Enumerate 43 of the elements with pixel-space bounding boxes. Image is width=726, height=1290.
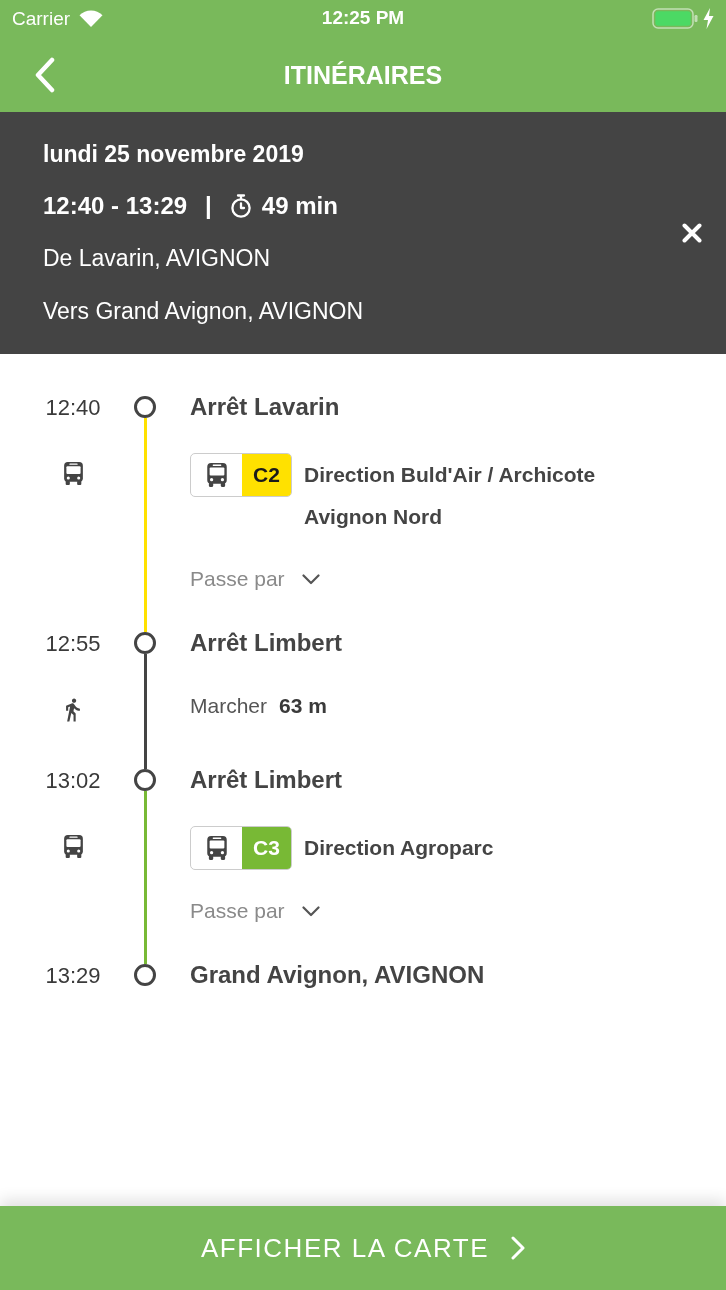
chevron-right-icon: [511, 1236, 525, 1260]
trip-date: lundi 25 novembre 2019: [43, 139, 304, 169]
stop-ring-icon: [134, 964, 156, 986]
battery-icon: [652, 8, 698, 29]
trip-duration: 49 min: [261, 191, 338, 221]
stop-name: Arrêt Limbert: [190, 629, 343, 656]
separator: |: [205, 191, 212, 221]
stopwatch-icon: [229, 194, 252, 218]
screen-title: ITINÉRAIRES: [282, 59, 444, 90]
line-direction: Direction Agroparc: [304, 835, 495, 861]
walk-label: Marcher: [190, 693, 268, 720]
time-range: 12:40 - 13:29: [43, 191, 188, 221]
bus-icon: [62, 834, 84, 859]
walking-person-icon: [65, 698, 81, 722]
walk-distance: 63 m: [279, 693, 327, 720]
bus-icon: [205, 462, 228, 488]
wifi-icon: [79, 10, 104, 27]
close-button[interactable]: [679, 220, 705, 246]
stop-time: 13:02: [44, 766, 102, 795]
show-map-button[interactable]: AFFICHER LA CARTE: [0, 1206, 726, 1290]
carrier-name: Carrier: [12, 7, 71, 30]
stop-name: Arrêt Lavarin: [190, 393, 340, 420]
line-number: C2: [242, 454, 291, 496]
stop-time: 13:29: [44, 961, 102, 990]
stop-time: 12:40: [44, 393, 102, 422]
stops-toggle[interactable]: Passe par: [190, 564, 320, 594]
line-number: C3: [242, 827, 291, 869]
destination-address: Vers Grand Avignon, AVIGNON: [43, 297, 364, 327]
back-chevron-icon: [34, 56, 56, 93]
charging-bolt-icon: [703, 8, 714, 29]
line-direction: Direction Buld'Air / Archicote Avignon Nord: [304, 462, 597, 530]
stop-ring-icon: [134, 396, 156, 418]
stop-time: 12:55: [44, 629, 102, 658]
stop-name: Grand Avignon, AVIGNON: [190, 961, 485, 988]
clock-time: 12:25 PM: [321, 6, 405, 28]
close-icon: [682, 223, 702, 243]
stop-ring-icon: [134, 632, 156, 654]
origin-address: De Lavarin, AVIGNON: [43, 244, 271, 274]
stop-ring-icon: [134, 769, 156, 791]
stop-name: Arrêt Limbert: [190, 766, 343, 793]
bus-icon: [205, 835, 228, 861]
bus-icon: [62, 461, 84, 486]
stops-toggle[interactable]: Passe par: [190, 896, 320, 926]
